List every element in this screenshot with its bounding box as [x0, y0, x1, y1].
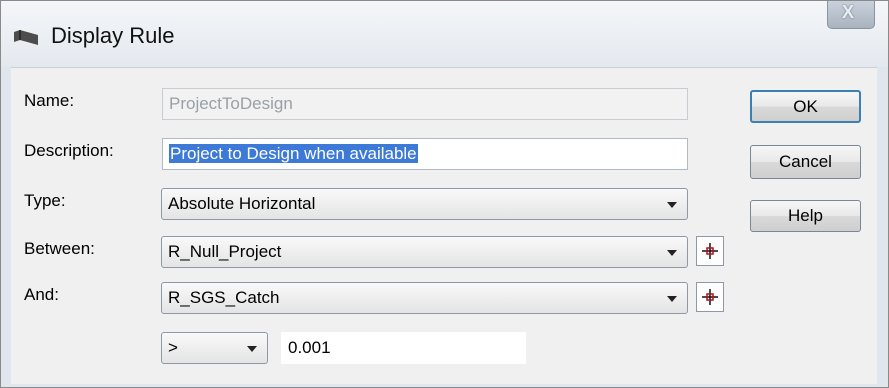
description-field[interactable]: Project to Design when available — [162, 138, 688, 170]
title-bar[interactable]: Display Rule X — [1, 1, 888, 67]
threshold-value: 0.001 — [288, 338, 331, 357]
between-label: Between: — [24, 239, 95, 258]
cancel-button[interactable]: Cancel — [750, 145, 861, 179]
help-button[interactable]: Help — [750, 200, 861, 232]
description-label: Description: — [24, 141, 114, 160]
threshold-field[interactable]: 0.001 — [281, 332, 526, 364]
chevron-down-icon — [667, 202, 677, 208]
between-pick-button[interactable] — [696, 236, 724, 266]
close-icon: X — [842, 2, 855, 22]
and-pick-button[interactable] — [696, 282, 724, 312]
ok-button[interactable]: OK — [750, 90, 861, 123]
name-value: ProjectToDesign — [169, 94, 293, 113]
and-label: And: — [24, 285, 59, 304]
dialog-body: Name: ProjectToDesign Description: Proje… — [11, 67, 877, 384]
type-value: Absolute Horizontal — [168, 194, 316, 213]
crosshair-icon — [702, 243, 718, 259]
chevron-down-icon — [667, 250, 677, 256]
and-dropdown[interactable]: R_SGS_Catch — [161, 282, 688, 314]
and-value: R_SGS_Catch — [168, 288, 280, 307]
description-value: Project to Design when available — [169, 144, 418, 163]
chevron-down-icon — [667, 296, 677, 302]
between-value: R_Null_Project — [168, 242, 282, 261]
type-dropdown[interactable]: Absolute Horizontal — [161, 188, 688, 220]
name-field: ProjectToDesign — [162, 88, 688, 120]
name-label: Name: — [24, 91, 75, 110]
type-label: Type: — [24, 191, 66, 210]
window-title: Display Rule — [51, 23, 175, 48]
close-button[interactable]: X — [827, 1, 875, 29]
crosshair-icon — [702, 289, 718, 305]
display-rule-app-icon — [14, 30, 38, 45]
operator-dropdown[interactable]: > — [161, 332, 268, 364]
operator-value: > — [168, 338, 178, 357]
between-dropdown[interactable]: R_Null_Project — [161, 236, 688, 268]
display-rule-dialog: Display Rule X Name: ProjectToDesign Des… — [0, 0, 889, 388]
chevron-down-icon — [247, 346, 257, 352]
